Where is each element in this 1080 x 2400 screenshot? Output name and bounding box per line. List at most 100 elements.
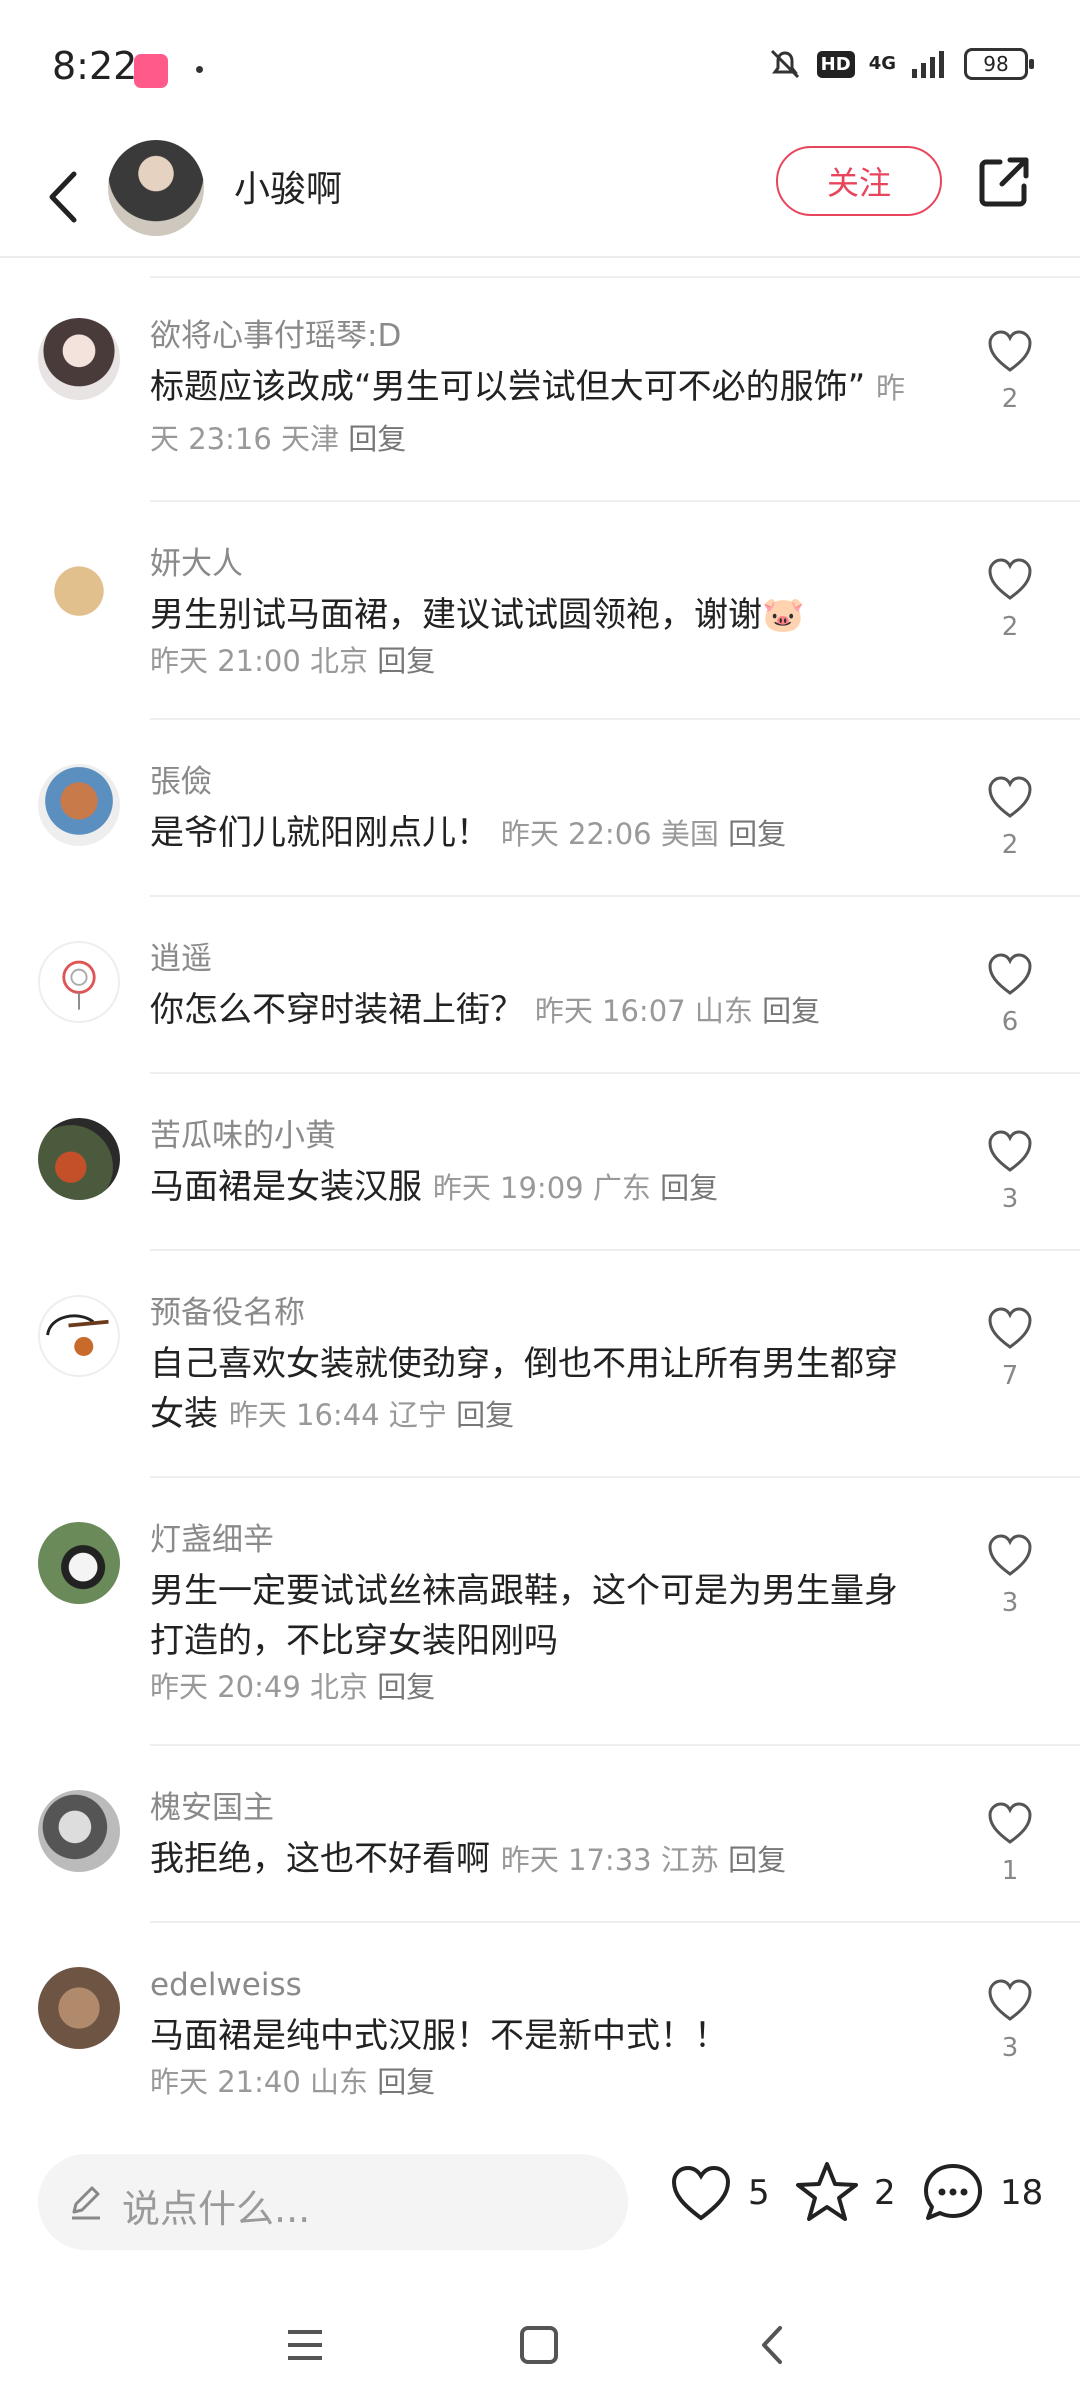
- nav-back-icon[interactable]: [748, 2320, 798, 2370]
- comment-item[interactable]: 逍遥 你怎么不穿时装裙上街？ 昨天 16:07 山东 回复 6: [38, 895, 1080, 1072]
- comment-item[interactable]: 灯盏细辛 男生一定要试试丝袜高跟鞋，这个可是为男生量身打造的，不比穿女装阳刚吗 …: [38, 1476, 1080, 1744]
- reply-button[interactable]: 回复: [377, 644, 435, 678]
- like-button[interactable]: 2: [980, 556, 1040, 642]
- like-button[interactable]: 6: [980, 951, 1040, 1037]
- like-count: 2: [1001, 612, 1019, 642]
- like-button[interactable]: 3: [980, 1532, 1040, 1618]
- comment-text: 马面裙是女装汉服 昨天 19:09 广东 回复: [150, 1167, 719, 1207]
- comment-item[interactable]: 苦瓜味的小黄 马面裙是女装汉服 昨天 19:09 广东 回复 3: [38, 1072, 1080, 1249]
- reply-button[interactable]: 回复: [348, 422, 406, 456]
- comment-item[interactable]: 预备役名称 自己喜欢女装就使劲穿，倒也不用让所有男生都穿女装 昨天 16:44 …: [38, 1249, 1080, 1476]
- reply-button[interactable]: 回复: [456, 1398, 514, 1432]
- heart-icon: [988, 1802, 1032, 1844]
- commenter-avatar[interactable]: [38, 1522, 120, 1604]
- heart-icon: [988, 1979, 1032, 2021]
- commenter-name[interactable]: 張儉: [150, 760, 930, 804]
- comment-button[interactable]: 18: [918, 2158, 1043, 2228]
- comment-item[interactable]: 張儉 是爷们儿就阳刚点儿！ 昨天 22:06 美国 回复 2: [38, 718, 1080, 895]
- commenter-avatar[interactable]: [38, 764, 120, 846]
- heart-icon: [988, 558, 1032, 600]
- comment-input[interactable]: 说点什么...: [38, 2154, 628, 2250]
- comment-text: 是爷们儿就阳刚点儿！ 昨天 22:06 美国 回复: [150, 813, 787, 853]
- like-button[interactable]: 3: [980, 1977, 1040, 2063]
- like-count: 3: [1001, 2033, 1019, 2063]
- commenter-name[interactable]: 逍遥: [150, 937, 930, 981]
- heart-icon: [988, 776, 1032, 818]
- app-notification-icon: [134, 54, 168, 88]
- commenter-name[interactable]: 妍大人: [150, 542, 930, 586]
- reply-button[interactable]: 回复: [728, 1843, 786, 1877]
- hd-badge: HD: [816, 50, 855, 78]
- comment-text: 男生别试马面裙，建议试试圆领袍，谢谢🐷: [150, 595, 805, 635]
- lollipop-icon: [62, 960, 96, 1010]
- battery-indicator: 98: [964, 48, 1034, 80]
- signal-icon: [912, 51, 944, 78]
- system-navigation: [0, 2278, 1080, 2400]
- reply-button[interactable]: 回复: [377, 2065, 435, 2099]
- like-button[interactable]: 7: [980, 1305, 1040, 1391]
- author-avatar[interactable]: [108, 140, 204, 236]
- status-icons: HD 4G 98: [767, 46, 1034, 82]
- commenter-name[interactable]: 预备役名称: [150, 1291, 930, 1335]
- comment-meta: 昨天 17:33 江苏 回复: [500, 1843, 787, 1877]
- comment-icon: [924, 2164, 982, 2220]
- like-count: 2: [1001, 830, 1019, 860]
- reply-button[interactable]: 回复: [660, 1171, 718, 1205]
- like-button[interactable]: 3: [980, 1128, 1040, 1214]
- comment-meta: 昨天 20:49 北京 回复: [150, 1670, 436, 1704]
- heart-icon: [988, 1307, 1032, 1349]
- like-count: 3: [1001, 1184, 1019, 1214]
- comment-text: 马面裙是纯中式汉服！不是新中式！！: [150, 2016, 728, 2056]
- comment-text: 男生一定要试试丝袜高跟鞋，这个可是为男生量身打造的，不比穿女装阳刚吗: [150, 1571, 898, 1661]
- network-label: 4G: [868, 53, 896, 74]
- mute-icon: [770, 49, 799, 79]
- like-post-button[interactable]: 5: [666, 2158, 770, 2228]
- reply-button[interactable]: 回复: [377, 1670, 435, 1704]
- reply-button[interactable]: 回复: [762, 994, 820, 1028]
- back-icon[interactable]: [34, 162, 94, 232]
- reply-button[interactable]: 回复: [728, 817, 786, 851]
- home-icon[interactable]: [514, 2320, 564, 2370]
- comment-meta: 昨天 21:00 北京 回复: [150, 644, 436, 678]
- comment-item[interactable]: 槐安国主 我拒绝，这也不好看啊 昨天 17:33 江苏 回复 1: [38, 1744, 1080, 1921]
- menu-icon[interactable]: [280, 2320, 330, 2370]
- commenter-avatar[interactable]: [38, 318, 120, 400]
- like-button[interactable]: 2: [980, 328, 1040, 414]
- commenter-avatar[interactable]: [38, 941, 120, 1023]
- share-icon[interactable]: [976, 154, 1032, 210]
- commenter-avatar[interactable]: [38, 1118, 120, 1200]
- heart-icon: [988, 330, 1032, 372]
- like-count: 2: [1001, 384, 1019, 414]
- author-name[interactable]: 小骏啊: [234, 160, 342, 212]
- commenter-name[interactable]: edelweiss: [150, 1963, 930, 2007]
- like-button[interactable]: 2: [980, 774, 1040, 860]
- comment-meta: 昨天 19:09 广东 回复: [432, 1171, 719, 1205]
- comment-meta: 昨天 22:06 美国 回复: [500, 817, 787, 851]
- follow-button[interactable]: 关注: [776, 146, 942, 216]
- commenter-avatar[interactable]: [38, 1295, 120, 1377]
- commenter-name[interactable]: 苦瓜味的小黄: [150, 1114, 930, 1158]
- post-header: 小骏啊 关注: [0, 140, 1080, 258]
- commenter-name[interactable]: 槐安国主: [150, 1786, 930, 1830]
- comment-text: 我拒绝，这也不好看啊 昨天 17:33 江苏 回复: [150, 1839, 787, 1879]
- comment-text: 自己喜欢女装就使劲穿，倒也不用让所有男生都穿女装 昨天 16:44 辽宁 回复: [150, 1344, 898, 1434]
- comment-text: 你怎么不穿时装裙上街？ 昨天 16:07 山东 回复: [150, 990, 821, 1030]
- commenter-avatar[interactable]: [38, 1790, 120, 1872]
- favorite-count: 2: [874, 2173, 896, 2213]
- favorite-button[interactable]: 2: [792, 2158, 896, 2228]
- comment-item[interactable]: 欲将心事付瑶琴:D 标题应该改成“男生可以尝试但大可不必的服饰” 昨天 23:1…: [0, 258, 1080, 500]
- heart-icon: [671, 2165, 731, 2221]
- star-icon: [796, 2162, 858, 2221]
- comment-meta: 昨天 21:40 山东 回复: [150, 2065, 436, 2099]
- like-count: 3: [1001, 1588, 1019, 1618]
- commenter-avatar[interactable]: [38, 1967, 120, 2049]
- comment-item[interactable]: 妍大人 男生别试马面裙，建议试试圆领袍，谢谢🐷 昨天 21:00 北京 回复 2: [38, 500, 1080, 718]
- commenter-name[interactable]: 欲将心事付瑶琴:D: [150, 314, 930, 358]
- comment-item[interactable]: edelweiss 马面裙是纯中式汉服！不是新中式！！ 昨天 21:40 山东 …: [38, 1921, 1080, 2128]
- heart-icon: [988, 1534, 1032, 1576]
- like-button[interactable]: 1: [980, 1800, 1040, 1886]
- commenter-avatar[interactable]: [38, 546, 120, 628]
- commenter-name[interactable]: 灯盏细辛: [150, 1518, 930, 1562]
- notification-dot-icon: [196, 66, 203, 73]
- comment-count: 18: [1000, 2173, 1044, 2213]
